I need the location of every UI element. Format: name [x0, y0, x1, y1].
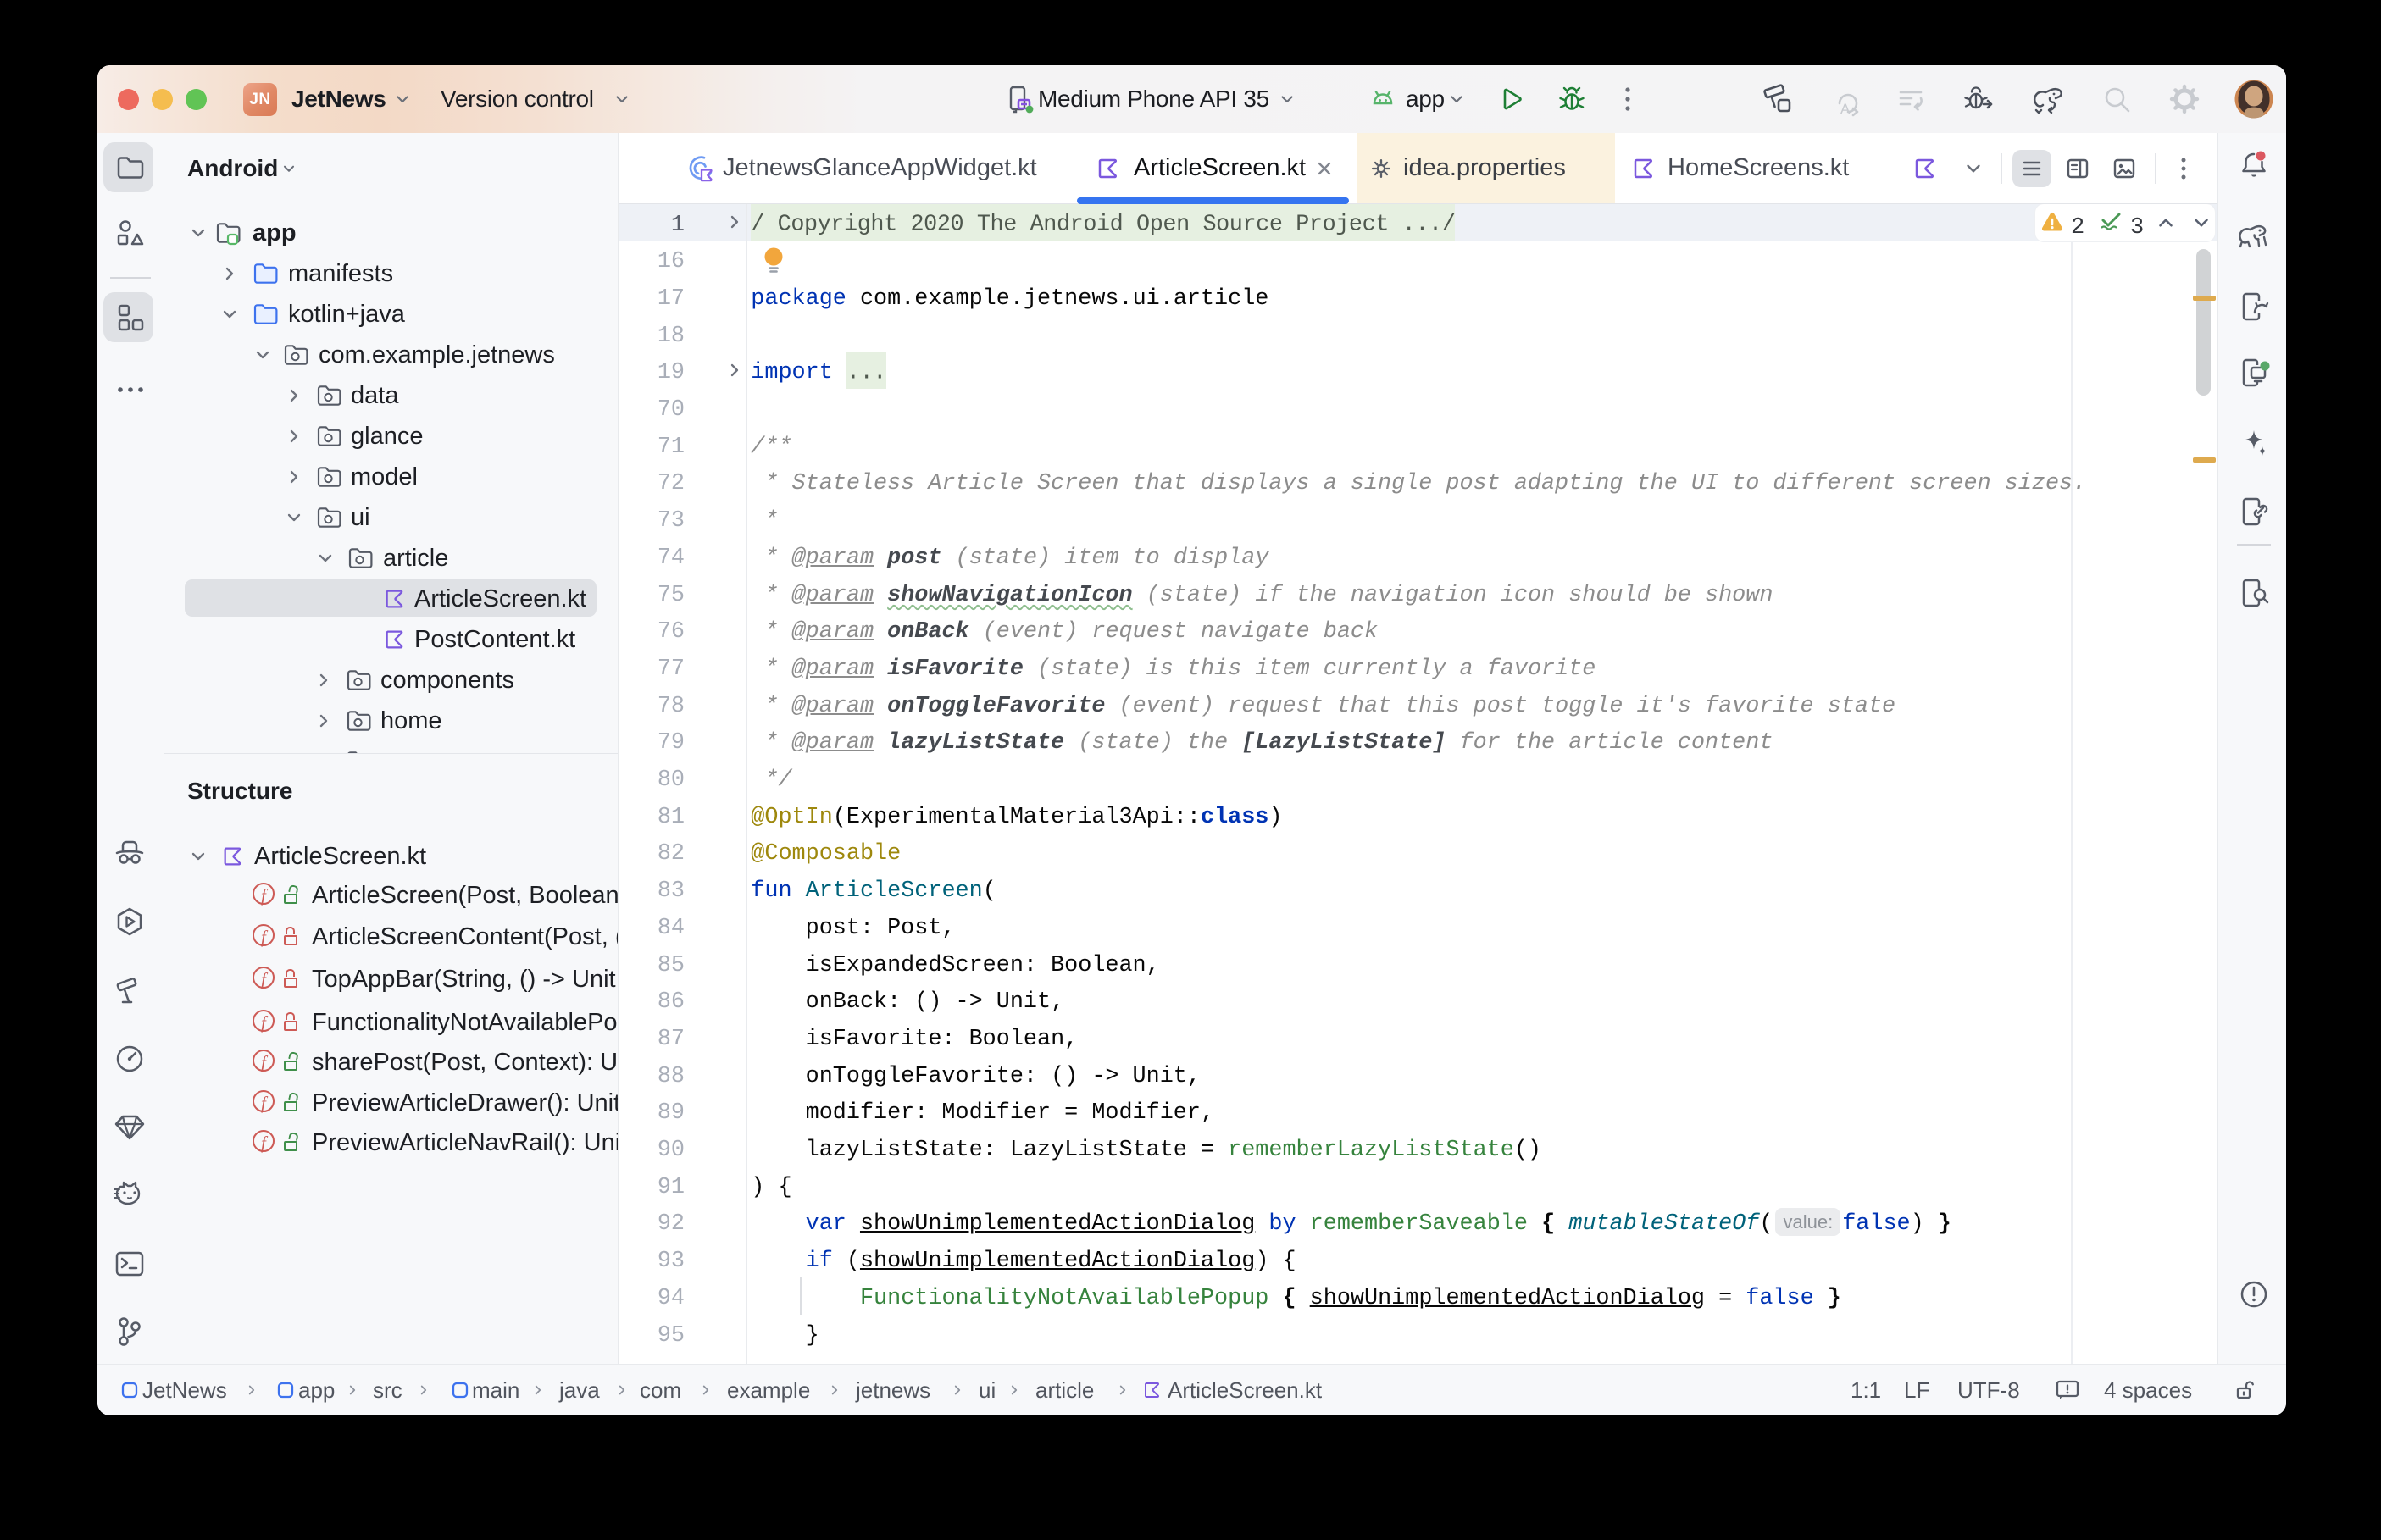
svg-text:A: A: [1840, 101, 1851, 117]
